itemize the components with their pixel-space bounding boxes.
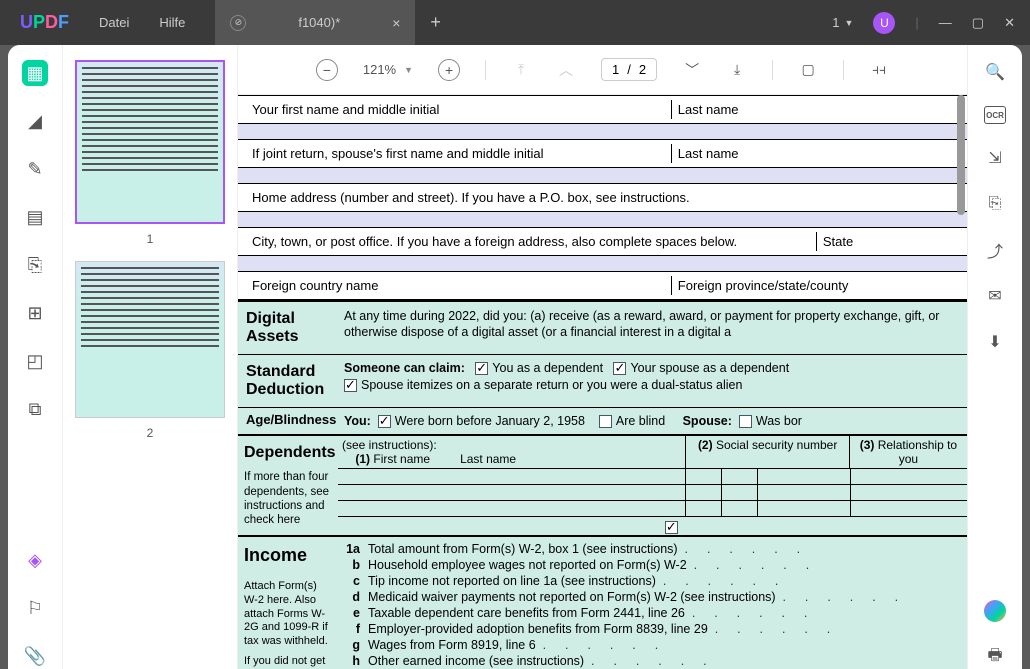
extract-tool-icon[interactable]: ⎘ [22,252,48,278]
zoom-in-button[interactable]: + [438,59,460,81]
field-spouse-first-label: If joint return, spouse's first name and… [246,144,671,163]
share-icon[interactable]: ⤴ [983,238,1007,262]
checkbox-born-before[interactable] [378,415,391,428]
field-first-name-label: Your first name and middle initial [246,100,671,119]
workspace-dropdown[interactable]: 1 ▼ [832,15,853,30]
income-line: gWages from Form 8919, line 6 . . . . . … [338,637,967,653]
search-icon[interactable]: 🔍 [983,60,1007,84]
dependents-note: If more than four dependents, see instru… [244,470,332,528]
vertical-scrollbar[interactable] [955,95,965,669]
checkbox-more-dependents[interactable] [665,521,678,534]
left-toolbar: ▦ ◢ ✎ ▤ ⎘ ⊞ ◰ ⧉ ◈ ⚐ 📎 [8,45,63,669]
field-address-label: Home address (number and street). If you… [246,188,696,207]
pages-tool-icon[interactable]: ▤ [22,204,48,230]
dependents-heading: Dependents [244,440,332,466]
print-icon[interactable]: 🖶 [983,645,1007,669]
close-window-button[interactable]: ✕ [1004,15,1015,31]
first-page-icon[interactable]: ⤒ [511,60,531,80]
digital-assets-heading: Digital Assets [246,306,338,350]
menu-help[interactable]: Hilfe [159,15,185,30]
reading-mode-icon[interactable]: ⫞⫞ [869,60,889,80]
right-toolbar: 🔍 OCR ⇲ ⎘ ⤴ ✉ ⬇ 🖶 [967,45,1022,669]
ocr-icon[interactable]: OCR [984,106,1006,124]
page-thumbnail-1[interactable] [75,60,225,224]
income-note-2: If you did not get a Form [244,655,332,669]
income-line: eTaxable dependent care benefits from Fo… [338,605,967,621]
income-lines: 1aTotal amount from Form(s) W-2, box 1 (… [338,541,967,669]
income-heading: Income [244,541,332,570]
user-avatar[interactable]: U [873,12,895,34]
maximize-button[interactable]: ▢ [972,15,984,31]
digital-assets-text: At any time during 2022, did you: (a) re… [338,306,959,350]
income-line: bHousehold employee wages not reported o… [338,557,967,573]
document-viewport[interactable]: Your first name and middle initial Last … [238,95,967,669]
convert-icon[interactable]: ⎘ [983,192,1007,216]
checkbox-blind[interactable] [599,415,612,428]
checkbox-spouse-itemizes[interactable] [344,379,357,392]
tab-close-button[interactable]: × [392,15,400,31]
highlighter-tool-icon[interactable]: ◢ [22,108,48,134]
income-note-1: Attach Form(s) W-2 here. Also attach For… [244,580,332,649]
titlebar: UPDF Datei Hilfe ⊘ f1040)* × + 1 ▼ U | —… [0,0,1030,45]
menu-bar: Datei Hilfe [89,15,185,30]
window-controls: 1 ▼ U | — ▢ ✕ [817,12,1030,34]
income-line: cTip income not reported on line 1a (see… [338,573,967,589]
crop-tool-icon[interactable]: ◰ [22,348,48,374]
add-tab-button[interactable]: + [415,12,456,33]
page-thumbnail-2[interactable] [75,261,225,418]
last-page-icon[interactable]: ⤓ [727,60,747,80]
pdf-page: Your first name and middle initial Last … [238,95,967,669]
next-page-icon[interactable]: ﹀ [682,60,702,80]
tab-name: f1040)* [298,15,340,30]
thumb-1-label: 1 [75,232,225,246]
layers-icon[interactable]: ◈ [22,547,48,573]
organize-tool-icon[interactable]: ⊞ [22,300,48,326]
zoom-out-button[interactable]: − [316,59,338,81]
page-number-input[interactable]: 1 / 2 [601,58,657,81]
tab-doc-icon: ⊘ [230,15,246,31]
menu-file[interactable]: Datei [99,15,129,30]
thumb-2-label: 2 [75,426,225,440]
checkbox-you-dependent[interactable] [475,362,488,375]
attachment-icon[interactable]: 📎 [22,643,48,669]
save-icon[interactable]: ⬇ [983,330,1007,354]
prev-page-icon[interactable]: ︿ [556,60,576,80]
field-state-label: State [816,232,959,251]
field-spouse-last-label: Last name [671,144,959,163]
field-foreign-country-label: Foreign country name [246,276,671,295]
someone-can-claim-label: Someone can claim: [344,361,465,375]
bookmark-icon[interactable]: ⚐ [22,595,48,621]
ai-icon[interactable] [983,599,1007,623]
app-logo: UPDF [0,12,89,33]
thumbnail-panel: 1 2 [63,45,238,669]
checkbox-spouse-dependent[interactable] [613,362,626,375]
income-line: dMedicaid waiver payments not reported o… [338,589,967,605]
income-line: 1aTotal amount from Form(s) W-2, box 1 (… [338,541,967,557]
zoom-percent-dropdown[interactable]: 121%▼ [363,62,413,77]
presentation-icon[interactable]: ▢ [798,60,818,80]
document-toolbar: − 121%▼ + ⤒ ︿ 1 / 2 ﹀ ⤓ ▢ ⫞⫞ [238,45,967,95]
income-line: hOther earned income (see instructions) … [338,653,967,669]
field-city-label: City, town, or post office. If you have … [246,232,816,251]
text-edit-tool-icon[interactable]: ✎ [22,156,48,182]
main-area: − 121%▼ + ⤒ ︿ 1 / 2 ﹀ ⤓ ▢ ⫞⫞ Your first … [238,45,967,669]
income-line: fEmployer-provided adoption benefits fro… [338,621,967,637]
export-icon[interactable]: ⇲ [983,146,1007,170]
document-tab[interactable]: ⊘ f1040)* × [215,0,415,45]
age-blindness-heading: Age/Blindness [246,412,338,430]
thumbnails-tool-icon[interactable]: ▦ [22,60,48,86]
app-body: ▦ ◢ ✎ ▤ ⎘ ⊞ ◰ ⧉ ◈ ⚐ 📎 1 2 − 121%▼ + [8,45,1022,669]
field-last-name-label: Last name [671,100,959,119]
compress-tool-icon[interactable]: ⧉ [22,396,48,422]
scrollbar-thumb[interactable] [957,95,965,215]
field-foreign-province-label: Foreign province/state/county [671,276,959,295]
checkbox-spouse-born[interactable] [739,415,752,428]
minimize-button[interactable]: — [939,15,952,30]
std-deduction-heading: Standard Deduction [246,359,338,403]
mail-icon[interactable]: ✉ [983,284,1007,308]
